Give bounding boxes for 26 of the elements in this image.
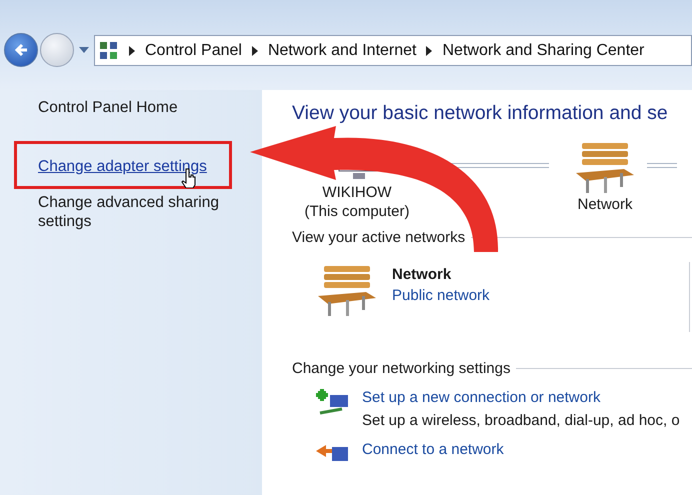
network-type-link[interactable]: Public network — [392, 287, 490, 304]
control-panel-icon — [99, 40, 119, 60]
chevron-icon — [426, 46, 432, 56]
node-label: Network — [577, 195, 632, 214]
section-heading: Change your networking settings — [292, 360, 510, 377]
connection-line — [647, 163, 677, 168]
section-heading: View your active networks — [292, 229, 466, 246]
node-detail: (This computer) — [304, 202, 410, 221]
task-link[interactable]: Connect to a network — [362, 441, 504, 458]
back-arrow-icon — [13, 42, 29, 58]
task-description: Set up a wireless, broadband, dial-up, ad hoc, o — [362, 412, 680, 429]
node-label: WIKIHOW — [322, 183, 392, 202]
chevron-icon — [129, 46, 135, 56]
task-link[interactable]: Set up a new connection or network — [362, 389, 680, 406]
sidebar-link[interactable]: Change adapter settings — [38, 157, 219, 176]
address-bar[interactable]: Control Panel Network and Internet Network and Sharing Center — [94, 35, 692, 66]
page-heading: View your basic network information and se — [292, 102, 669, 125]
back-button[interactable] — [4, 33, 38, 67]
caret-icon — [79, 47, 89, 53]
sidebar-link[interactable]: Change advanced sharing settings — [38, 193, 224, 231]
breadcrumb-item[interactable]: Network and Internet — [268, 42, 416, 60]
breadcrumb-item[interactable]: Control Panel — [145, 42, 242, 60]
sidebar-link[interactable]: Control Panel Home — [38, 98, 224, 117]
network-name: Network — [392, 266, 452, 283]
breadcrumb-item[interactable]: Network and Sharing Center — [442, 42, 644, 60]
chevron-icon — [252, 46, 258, 56]
